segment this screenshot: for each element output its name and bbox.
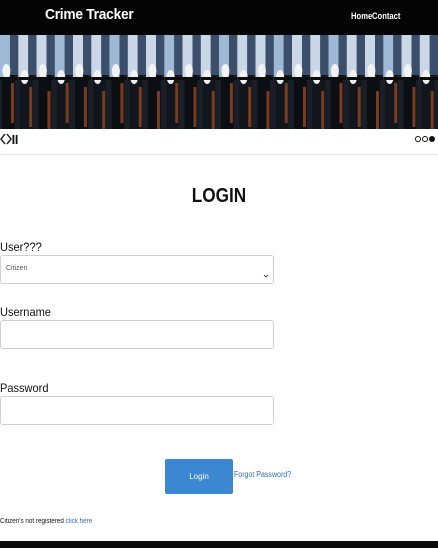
nav-home-link[interactable]: Home — [351, 11, 372, 21]
brand-title[interactable]: Crime Tracker — [45, 6, 134, 23]
banner-image — [0, 35, 438, 129]
chevron-down-icon — [263, 266, 269, 278]
divider — [0, 154, 438, 155]
pause-icon[interactable] — [12, 132, 18, 150]
page-title: LOGIN — [191, 185, 247, 207]
forgot-password-link[interactable]: Forgot Password? — [234, 470, 291, 479]
slider-controls — [0, 132, 438, 148]
username-input[interactable] — [0, 320, 274, 349]
register-link[interactable]: click here — [66, 518, 93, 525]
register-prompt: Citizen's not registered click here — [0, 518, 92, 525]
footer-bar — [0, 541, 438, 548]
username-label: Username — [0, 305, 51, 319]
slide-indicators — [415, 136, 435, 142]
slide-dot-1[interactable] — [415, 136, 421, 142]
user-type-select[interactable]: Citizen — [0, 255, 274, 284]
password-input[interactable] — [0, 396, 274, 425]
user-type-value: Citizen — [6, 265, 28, 272]
nav-contact-link[interactable]: Contact — [372, 11, 400, 21]
login-button[interactable]: Login — [165, 459, 233, 494]
slide-dot-2[interactable] — [422, 136, 428, 142]
slide-dot-3[interactable] — [429, 136, 435, 142]
user-type-label: User??? — [0, 240, 42, 254]
marching-officers-image — [0, 35, 438, 129]
register-text: Citizen's not registered — [0, 518, 64, 525]
password-label: Password — [0, 381, 49, 395]
top-navbar: Crime Tracker Home Contact — [0, 0, 438, 35]
